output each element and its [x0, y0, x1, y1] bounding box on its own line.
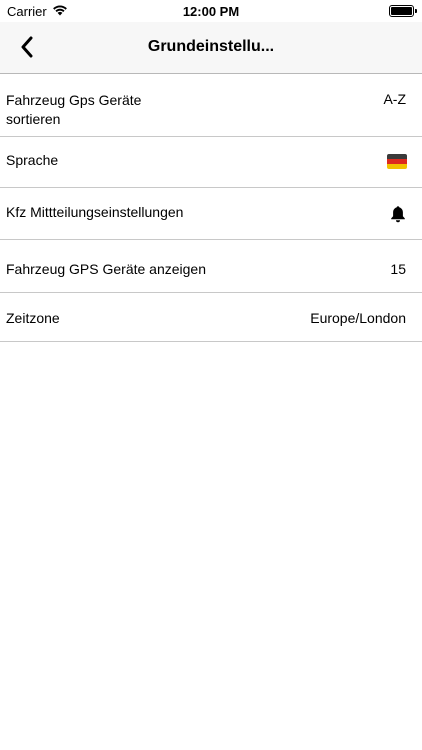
notification-settings-row[interactable]: Kfz Mittteilungseinstellungen	[0, 188, 422, 240]
language-label: Sprache	[6, 152, 59, 168]
sort-devices-row[interactable]: Fahrzeug Gps Geräte sortieren A-Z	[0, 76, 422, 137]
settings-list: Fahrzeug Gps Geräte sortieren A-Z Sprach…	[0, 76, 422, 342]
timezone-row[interactable]: Zeitzone Europe/London	[0, 293, 422, 342]
sort-devices-label: Fahrzeug Gps Geräte sortieren	[6, 92, 142, 127]
status-bar: Carrier 12:00 PM	[0, 0, 422, 22]
language-row[interactable]: Sprache	[0, 137, 422, 188]
bell-icon	[390, 205, 406, 226]
display-count-value: 15	[390, 261, 406, 277]
page-title: Grundeinstellu...	[147, 38, 275, 55]
timezone-value: Europe/London	[310, 310, 406, 326]
timezone-label: Zeitzone	[6, 310, 60, 326]
battery-icon	[389, 5, 417, 17]
display-devices-row[interactable]: Fahrzeug GPS Geräte anzeigen 15	[0, 240, 422, 293]
notification-settings-label: Kfz Mittteilungseinstellungen	[6, 204, 184, 220]
german-flag-icon	[387, 154, 407, 169]
navigation-bar: Grundeinstellu...	[0, 22, 422, 74]
sort-order-value: A-Z	[383, 91, 406, 107]
status-time: 12:00 PM	[182, 4, 240, 19]
display-devices-label: Fahrzeug GPS Geräte anzeigen	[6, 261, 207, 277]
